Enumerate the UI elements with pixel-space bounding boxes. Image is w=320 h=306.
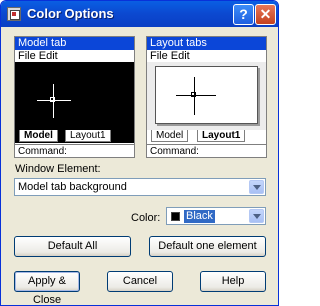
preview-tab-label: Model tab (15, 37, 134, 50)
preview-tab-model: Model (151, 130, 189, 142)
model-space-canvas[interactable] (15, 62, 134, 130)
chevron-down-icon[interactable] (249, 209, 264, 223)
color-dropdown[interactable]: Black (166, 207, 266, 225)
preview-tab-strip: Model Layout1 (15, 130, 134, 143)
layout-tab-preview[interactable]: Layout tabs File Edit Model Layout1 Comm… (146, 36, 267, 158)
title-help-button[interactable]: ? (233, 4, 254, 25)
crosshair-horizontal (176, 95, 216, 96)
crosshair-pickbox (191, 92, 196, 97)
preview-menu-bar: File Edit (147, 50, 266, 62)
title-close-button[interactable]: ✕ (255, 4, 276, 25)
default-one-element-button[interactable]: Default one element (149, 236, 266, 257)
preview-tab-model: Model (19, 130, 58, 142)
model-tab-preview[interactable]: Model tab File Edit Model Layout1 Comman… (14, 36, 135, 158)
help-button[interactable]: Help (200, 271, 266, 292)
apply-close-button[interactable]: Apply & Close (14, 271, 80, 305)
dialog-title: Color Options (27, 6, 114, 21)
layout-paper (155, 66, 258, 124)
color-swatch (171, 212, 180, 221)
preview-tab-label: Layout tabs (147, 37, 266, 50)
preview-command-line: Command: (15, 144, 134, 157)
color-options-app-icon (7, 7, 21, 21)
color-options-dialog: Color Options ? ✕ Model tab File Edit Mo… (0, 0, 279, 306)
preview-tab-layout: Layout1 (65, 130, 111, 142)
preview-tab-layout: Layout1 (197, 130, 246, 142)
color-value: Black (184, 210, 215, 223)
preview-command-line: Command: (147, 144, 266, 157)
default-all-button[interactable]: Default All (14, 236, 131, 257)
window-element-label: Window Element: (15, 163, 101, 175)
crosshair-pickbox (50, 97, 55, 102)
paper-space-canvas[interactable] (147, 62, 266, 130)
color-label: Color: (131, 212, 161, 224)
preview-menu-bar: File Edit (15, 50, 134, 62)
window-element-dropdown[interactable]: Model tab background (14, 178, 266, 196)
cancel-button[interactable]: Cancel (107, 271, 173, 292)
chevron-down-icon[interactable] (249, 180, 264, 194)
title-bar[interactable]: Color Options ? ✕ (1, 1, 278, 27)
window-element-value: Model tab background (18, 181, 127, 193)
preview-tab-strip: Model Layout1 (147, 130, 266, 143)
